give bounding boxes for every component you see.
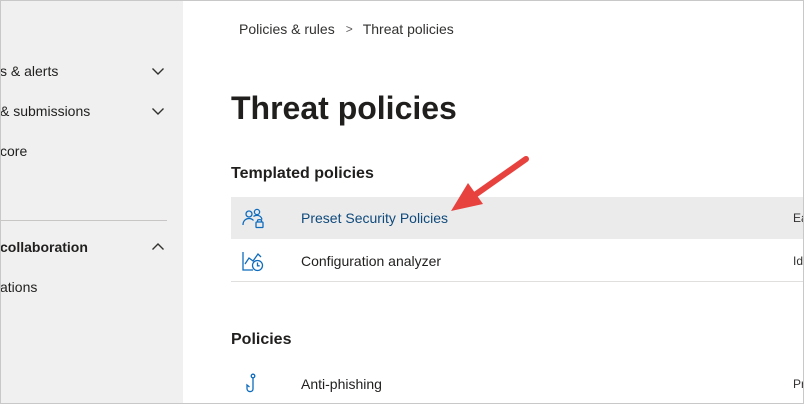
policy-row-label: Preset Security Policies bbox=[301, 210, 449, 226]
nav-section-label: collaboration bbox=[0, 239, 88, 255]
chevron-down-icon[interactable] bbox=[151, 104, 165, 118]
nav-item-label: & submissions bbox=[0, 103, 91, 119]
policy-row-label: Configuration analyzer bbox=[301, 252, 442, 269]
page-title: Threat policies bbox=[231, 90, 457, 126]
policy-row-description: Id bbox=[793, 253, 804, 268]
users-lock-icon bbox=[242, 208, 264, 229]
fishhook-icon bbox=[246, 373, 256, 393]
nav-item-incidents-alerts[interactable]: s & alerts bbox=[0, 56, 183, 86]
policies-heading: Policies bbox=[231, 331, 292, 348]
breadcrumb: Policies & rules > Threat policies bbox=[239, 21, 454, 37]
nav-item-label: s & alerts bbox=[0, 63, 59, 79]
breadcrumb-separator: > bbox=[345, 22, 353, 36]
chevron-down-icon[interactable] bbox=[151, 64, 165, 78]
nav-item-actions-submissions[interactable]: & submissions bbox=[0, 96, 183, 126]
left-navigation: s & alerts & submissions core collaborat… bbox=[0, 0, 183, 404]
nav-divider bbox=[0, 220, 167, 221]
policy-row-configuration-analyzer[interactable]: Configuration analyzer Id bbox=[231, 240, 804, 282]
policy-row-description: Pr bbox=[793, 377, 804, 391]
breadcrumb-parent-link[interactable]: Policies & rules bbox=[239, 21, 335, 37]
nav-item-label: core bbox=[0, 143, 28, 159]
breadcrumb-current: Threat policies bbox=[362, 21, 454, 37]
nav-item-investigations[interactable]: ations bbox=[0, 272, 183, 302]
chevron-up-icon[interactable] bbox=[151, 240, 165, 254]
nav-item-label: ations bbox=[0, 279, 38, 295]
policy-row-description: Ea bbox=[793, 211, 804, 225]
policy-row-preset-security[interactable]: Preset Security Policies Ea bbox=[231, 197, 804, 239]
policy-row-anti-phishing[interactable]: Anti-phishing Pr bbox=[231, 363, 804, 405]
main-content: Policies & rules > Threat policies Threa… bbox=[183, 0, 804, 404]
nav-item-secure-score[interactable]: core bbox=[0, 136, 183, 166]
nav-item-email-collaboration[interactable]: collaboration bbox=[0, 232, 183, 262]
policy-row-label: Anti-phishing bbox=[301, 376, 382, 392]
chart-clock-icon bbox=[242, 252, 264, 272]
templated-policies-heading: Templated policies bbox=[231, 165, 374, 182]
